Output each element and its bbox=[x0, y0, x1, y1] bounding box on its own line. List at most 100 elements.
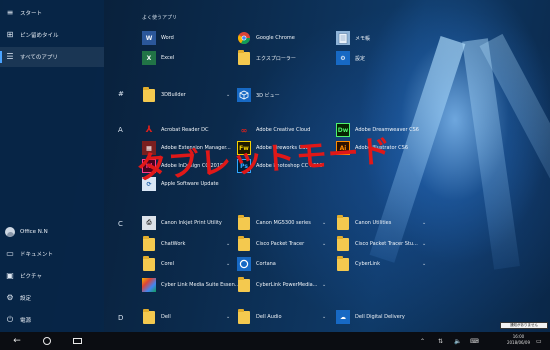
acrobat-icon: ⅄ bbox=[145, 125, 153, 135]
app-label: Cyber Link Media Suite Essen... bbox=[161, 282, 240, 288]
section-c[interactable]: C bbox=[118, 220, 123, 228]
word-icon: W bbox=[142, 31, 156, 45]
app-label: Canon Inkjet Print Utility bbox=[161, 220, 222, 226]
app-settings[interactable]: ⚙ 設定 bbox=[336, 49, 365, 67]
back-button[interactable]: ← bbox=[2, 332, 32, 350]
back-arrow-icon: ← bbox=[13, 336, 21, 346]
app-cyberlink-powermedia[interactable]: CyberLink PowerMedia... bbox=[237, 276, 318, 294]
app-label: Excel bbox=[161, 55, 175, 61]
app-word[interactable]: W Word bbox=[142, 29, 174, 47]
app-acrobat[interactable]: ⅄ Acrobat Reader DC bbox=[142, 121, 209, 139]
app-chrome[interactable]: Google Chrome bbox=[237, 29, 295, 47]
app-label: Acrobat Reader DC bbox=[161, 127, 209, 133]
app-corel[interactable]: Corel bbox=[142, 255, 174, 273]
nav-pinned-tiles[interactable]: ⊞ ピン留めタイル bbox=[0, 25, 104, 45]
nav-all-apps[interactable]: ☰ すべてのアプリ bbox=[0, 47, 104, 67]
app-excel[interactable]: X Excel bbox=[142, 49, 174, 67]
chevron-down-icon[interactable]: ⌄ bbox=[322, 241, 326, 247]
list-icon: ☰ bbox=[6, 52, 14, 61]
chevron-down-icon[interactable]: ⌄ bbox=[422, 241, 426, 247]
app-label: ChatWork bbox=[161, 241, 186, 247]
chevron-down-icon[interactable]: ⌄ bbox=[226, 241, 230, 247]
app-dell-digital-delivery[interactable]: ☁ Dell Digital Delivery bbox=[336, 308, 405, 326]
nav-power-label: 電源 bbox=[20, 318, 32, 324]
clock-date: 2018/06/09 bbox=[506, 340, 530, 345]
nav-settings[interactable]: ⚙ 設定 bbox=[0, 288, 104, 308]
app-3dbuilder[interactable]: 3DBuilder bbox=[142, 86, 186, 104]
app-explorer[interactable]: エクスプローラー bbox=[237, 49, 296, 67]
taskbar: ← ⌃ ⇅ 🔈 ⌨ 16:00 2018/06/09 ▭ bbox=[0, 332, 550, 350]
nav-power[interactable]: ⏻ 電源 bbox=[0, 310, 104, 330]
cube-icon bbox=[237, 88, 251, 102]
folder-icon bbox=[336, 214, 350, 230]
folder-icon bbox=[237, 235, 251, 251]
folder-icon bbox=[142, 255, 156, 271]
chevron-down-icon[interactable]: ⌄ bbox=[322, 314, 326, 320]
app-label: Google Chrome bbox=[256, 35, 295, 41]
cortana-button[interactable] bbox=[32, 332, 62, 350]
app-label: 設定 bbox=[355, 55, 366, 62]
printer-icon: ⎙ bbox=[142, 216, 156, 230]
volume-icon[interactable]: 🔈 bbox=[454, 332, 461, 350]
grid-icon: ⊞ bbox=[6, 30, 14, 39]
app-cyberlink[interactable]: CyberLink bbox=[336, 255, 380, 273]
app-notepad[interactable]: メモ帳 bbox=[336, 29, 370, 47]
notification-icon[interactable]: ▭ bbox=[536, 332, 542, 350]
notepad-icon bbox=[336, 31, 350, 45]
nav-user-label: Office N.N bbox=[20, 229, 48, 235]
app-cortana[interactable]: Cortana bbox=[237, 255, 276, 273]
app-canon-utilities[interactable]: Canon Utilities bbox=[336, 214, 391, 232]
cloud-icon: ☁ bbox=[336, 310, 350, 324]
folder-icon bbox=[237, 276, 251, 292]
creative-cloud-icon: ∞ bbox=[240, 125, 248, 135]
folder-icon bbox=[336, 255, 350, 271]
chevron-down-icon[interactable]: ⌄ bbox=[422, 261, 426, 267]
app-cisco-packet-tracer-student[interactable]: Cisco Packet Tracer Stu... bbox=[336, 235, 418, 253]
app-label: CyberLink PowerMedia... bbox=[256, 282, 318, 288]
task-view-button[interactable] bbox=[62, 332, 92, 350]
app-dell-audio[interactable]: Dell Audio bbox=[237, 308, 282, 326]
section-a[interactable]: A bbox=[118, 126, 123, 134]
frequent-header: よく使うアプリ bbox=[142, 15, 178, 21]
section-hash[interactable]: # bbox=[118, 90, 124, 98]
folder-icon bbox=[336, 235, 350, 251]
app-cyberlink-media-suite[interactable]: Cyber Link Media Suite Essen... bbox=[142, 276, 240, 294]
app-label: Canon Utilities bbox=[355, 220, 392, 226]
app-dell[interactable]: Dell bbox=[142, 308, 171, 326]
chevron-down-icon[interactable]: ⌄ bbox=[226, 314, 230, 320]
app-label: Dell Audio bbox=[256, 314, 282, 320]
nav-pictures-label: ピクチャ bbox=[20, 274, 42, 280]
nav-pictures[interactable]: ▣ ピクチャ bbox=[0, 266, 104, 286]
app-creative-cloud[interactable]: ∞ Adobe Creative Cloud bbox=[237, 121, 311, 139]
nav-user[interactable]: Office N.N bbox=[0, 222, 104, 242]
chevron-down-icon[interactable]: ⌄ bbox=[226, 261, 230, 267]
cortana-icon bbox=[237, 257, 251, 271]
app-chatwork[interactable]: ChatWork bbox=[142, 235, 185, 253]
tray-up-icon[interactable]: ⌃ bbox=[420, 332, 425, 350]
power-icon: ⏻ bbox=[6, 315, 14, 324]
app-cisco-packet-tracer[interactable]: Cisco Packet Tracer bbox=[237, 235, 304, 253]
network-icon[interactable]: ⇅ bbox=[438, 332, 443, 350]
folder-icon bbox=[142, 86, 156, 102]
app-label: 3D ビュー bbox=[256, 92, 280, 99]
chevron-down-icon[interactable]: ⌄ bbox=[226, 92, 230, 98]
clock[interactable]: 16:00 2018/06/09 bbox=[507, 334, 530, 346]
app-label: エクスプローラー bbox=[256, 55, 296, 62]
app-3d-viewer[interactable]: 3D ビュー bbox=[237, 86, 280, 104]
section-d[interactable]: D bbox=[118, 314, 123, 322]
app-canon-inkjet[interactable]: ⎙ Canon Inkjet Print Utility bbox=[142, 214, 222, 232]
cortana-circle-icon bbox=[43, 337, 51, 345]
keyboard-icon[interactable]: ⌨ bbox=[470, 332, 479, 350]
app-canon-mg5300[interactable]: Canon MG5300 series bbox=[237, 214, 311, 232]
app-label: Adobe Creative Cloud bbox=[256, 127, 311, 133]
app-label: CyberLink bbox=[355, 261, 380, 267]
nav-documents[interactable]: ▭ ドキュメント bbox=[0, 244, 104, 264]
nav-documents-label: ドキュメント bbox=[20, 252, 54, 258]
folder-icon bbox=[237, 214, 251, 230]
chevron-down-icon[interactable]: ⌄ bbox=[422, 220, 426, 226]
chevron-down-icon[interactable]: ⌄ bbox=[322, 282, 326, 288]
app-label: メモ帳 bbox=[355, 35, 371, 42]
task-view-icon bbox=[72, 338, 82, 344]
nav-start[interactable]: ≡ スタート bbox=[0, 3, 104, 23]
chevron-down-icon[interactable]: ⌄ bbox=[322, 220, 326, 226]
